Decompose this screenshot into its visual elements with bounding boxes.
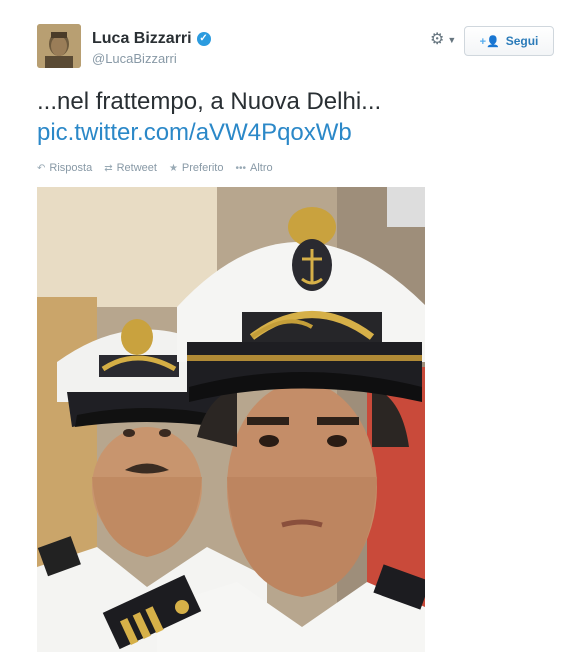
- tweet-media-link[interactable]: pic.twitter.com/aVW4PqoxWb: [37, 119, 352, 147]
- user-actions-dropdown[interactable]: ⚙ ▼: [430, 32, 456, 48]
- retweet-action[interactable]: ⇄ Retweet: [104, 162, 157, 174]
- reply-action[interactable]: ↶ Risposta: [37, 162, 92, 174]
- favorite-label: Preferito: [181, 162, 224, 174]
- user-name-row: Luca Bizzarri ✓: [92, 30, 211, 48]
- avatar[interactable]: [37, 24, 81, 68]
- photo-image: [37, 187, 425, 652]
- retweet-icon: ⇄: [104, 162, 113, 174]
- favorite-action[interactable]: ★ Preferito: [169, 162, 224, 174]
- more-label: Altro: [250, 162, 273, 174]
- tweet-photo[interactable]: [37, 187, 425, 652]
- user-fullname[interactable]: Luca Bizzarri: [92, 30, 192, 48]
- more-icon: •••: [235, 162, 246, 174]
- reply-icon: ↶: [37, 162, 46, 174]
- add-user-icon: +👤: [479, 35, 500, 48]
- tweet-actions: ↶ Risposta ⇄ Retweet ★ Preferito ••• Alt…: [37, 162, 285, 174]
- verified-badge-icon: ✓: [196, 32, 211, 46]
- follow-button[interactable]: +👤 Segui: [464, 26, 554, 56]
- gear-icon: ⚙: [430, 31, 445, 48]
- avatar-image: [37, 24, 81, 68]
- star-icon: ★: [168, 162, 178, 174]
- chevron-down-icon: ▼: [447, 35, 457, 45]
- reply-label: Risposta: [49, 162, 93, 174]
- retweet-label: Retweet: [116, 162, 157, 174]
- follow-button-label: Segui: [505, 34, 539, 48]
- more-action[interactable]: ••• Altro: [235, 162, 272, 174]
- user-handle[interactable]: @LucaBizzarri: [92, 51, 177, 66]
- tweet-text: ...nel frattempo, a Nuova Delhi...: [37, 88, 382, 115]
- tweet-card: Luca Bizzarri ✓ @LucaBizzarri ⚙ ▼ +👤 Seg…: [0, 0, 567, 652]
